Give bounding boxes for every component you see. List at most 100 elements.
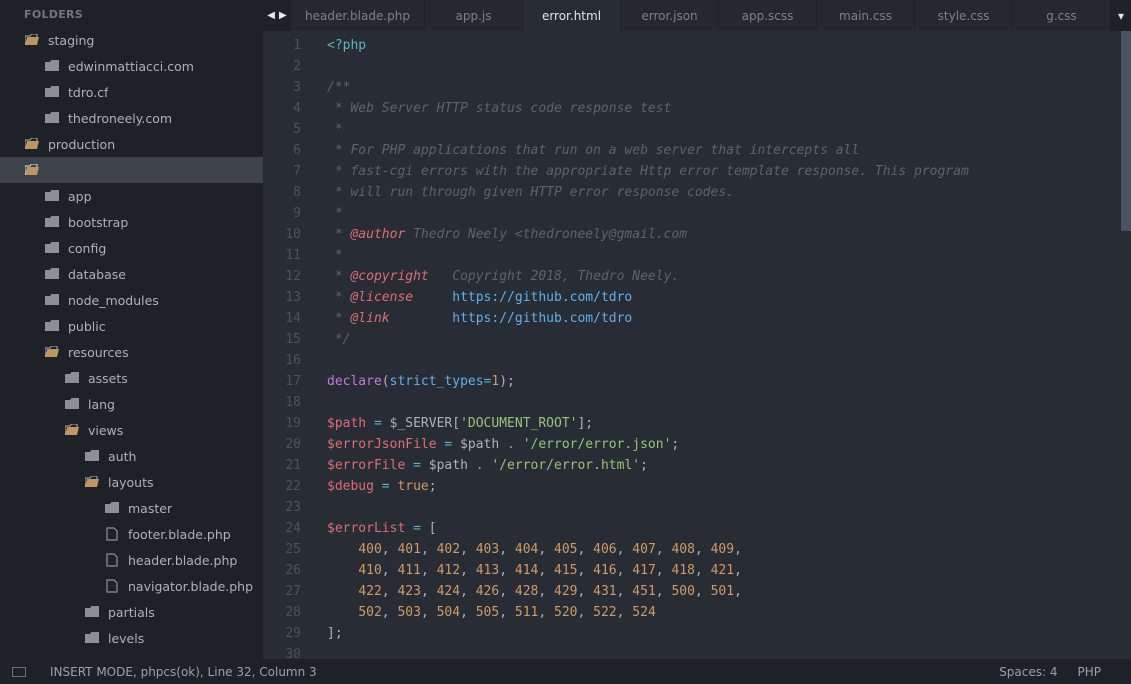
code-line: 400, 401, 402, 403, 404, 405, 406, 407, … — [327, 539, 1131, 560]
tree-item-label: assets — [88, 371, 128, 386]
tree-item-label: footer.blade.php — [128, 527, 231, 542]
tab[interactable]: main.css — [817, 0, 915, 31]
tree-folder[interactable]: thedroneely.com — [0, 105, 263, 131]
tree-folder[interactable]: app — [0, 183, 263, 209]
tree-item-label: navigator.blade.php — [128, 579, 253, 594]
tab-next-icon: ▶ — [279, 10, 287, 21]
code-line: * For PHP applications that run on a web… — [327, 140, 1131, 161]
tree-folder[interactable]: levels — [0, 625, 263, 651]
code-line: $path = $_SERVER['DOCUMENT_ROOT']; — [327, 413, 1131, 434]
tab[interactable]: app.scss — [719, 0, 817, 31]
code-line: declare(strict_types=1); — [327, 371, 1131, 392]
code-line: * will run through given HTTP error resp… — [327, 182, 1131, 203]
status-left[interactable]: INSERT MODE, phpcs(ok), Line 32, Column … — [40, 665, 327, 679]
tree-folder[interactable]: assets — [0, 365, 263, 391]
tab-label: error.html — [542, 9, 601, 23]
tree-folder[interactable]: edwinmattiacci.com — [0, 53, 263, 79]
code-line — [327, 350, 1131, 371]
tab-nav-arrows[interactable]: ◀ ▶ — [263, 0, 291, 31]
tree-folder[interactable]: master — [0, 495, 263, 521]
tab-list: header.blade.phpapp.js error.html error.js… — [291, 0, 1111, 31]
code-line: * @link https://github.com/tdro — [327, 308, 1131, 329]
file-icon — [104, 579, 120, 593]
tree-item-label: resources — [68, 345, 129, 360]
status-syntax[interactable]: PHP — [1068, 665, 1112, 679]
tab[interactable]: error.json — [621, 0, 719, 31]
tab-prev-icon: ◀ — [267, 10, 275, 21]
tree-folder[interactable]: node_modules — [0, 287, 263, 313]
code-line: * — [327, 119, 1131, 140]
scrollbar-thumb[interactable] — [1121, 31, 1131, 231]
tree-item-label: levels — [108, 631, 144, 646]
code-line: * @author Thedro Neely <thedroneely@gmai… — [327, 224, 1131, 245]
tree-folder[interactable]: database — [0, 261, 263, 287]
tree-folder[interactable]: layouts — [0, 469, 263, 495]
tab-label: main.css — [839, 9, 892, 23]
tree-item-label: bootstrap — [68, 215, 128, 230]
file-tree[interactable]: staging edwinmattiacci.com tdro.cf thedrone… — [0, 27, 263, 659]
tree-item-label: database — [68, 267, 126, 282]
tree-folder[interactable]: partials — [0, 599, 263, 625]
line-number-gutter: 1234567891011121314151617181920212223242… — [263, 31, 311, 659]
tree-item-label: tdro.cf — [68, 85, 108, 100]
tree-folder[interactable]: bootstrap — [0, 209, 263, 235]
folder-icon — [84, 631, 100, 645]
folder-icon — [64, 397, 80, 411]
code-content[interactable]: <?php /** * Web Server HTTP status code … — [311, 31, 1131, 659]
tree-folder[interactable]: views — [0, 417, 263, 443]
folder-open-icon — [84, 475, 100, 489]
code-editor[interactable]: 1234567891011121314151617181920212223242… — [263, 31, 1131, 659]
tree-item-label: thedroneely.com — [68, 111, 172, 126]
status-indent[interactable]: Spaces: 4 — [989, 665, 1067, 679]
sidebar-header: FOLDERS — [0, 0, 263, 27]
tree-folder[interactable]: production — [0, 131, 263, 157]
panel-toggle-icon[interactable] — [12, 667, 26, 677]
tab[interactable]: style.css — [915, 0, 1013, 31]
tree-folder[interactable] — [0, 157, 263, 183]
tab-bar: ◀ ▶ header.blade.phpapp.js error.html erro… — [263, 0, 1131, 31]
tab-overflow-button[interactable]: ▾ — [1111, 0, 1131, 31]
tree-folder[interactable]: resources — [0, 339, 263, 365]
tree-item-label: edwinmattiacci.com — [68, 59, 194, 74]
tree-folder[interactable]: config — [0, 235, 263, 261]
tree-folder[interactable]: tdro.cf — [0, 79, 263, 105]
file-icon — [104, 553, 120, 567]
folder-open-icon — [44, 345, 60, 359]
tree-file[interactable]: header.blade.php — [0, 547, 263, 573]
tree-folder[interactable]: staging — [0, 27, 263, 53]
tree-folder[interactable]: lang — [0, 391, 263, 417]
tree-item-label: layouts — [108, 475, 154, 490]
code-line: * @license https://github.com/tdro — [327, 287, 1131, 308]
tab[interactable]: app.js — [425, 0, 523, 31]
tree-item-label: partials — [108, 605, 155, 620]
tree-item-label: config — [68, 241, 106, 256]
status-bar: INSERT MODE, phpcs(ok), Line 32, Column … — [0, 659, 1131, 684]
folder-open-icon — [24, 163, 40, 177]
tab[interactable]: error.html — [523, 0, 621, 31]
tree-file[interactable]: footer.blade.php — [0, 521, 263, 547]
folder-icon — [44, 293, 60, 307]
editor-area: ◀ ▶ header.blade.phpapp.js error.html erro… — [263, 0, 1131, 659]
tree-item-label: staging — [48, 33, 94, 48]
tree-folder[interactable]: public — [0, 313, 263, 339]
code-line — [327, 497, 1131, 518]
tree-file[interactable]: navigator.blade.php — [0, 573, 263, 599]
folder-icon — [44, 241, 60, 255]
tree-folder[interactable]: auth — [0, 443, 263, 469]
tab-label: style.css — [938, 9, 990, 23]
code-line: $errorList = [ — [327, 518, 1131, 539]
code-line: ]; — [327, 623, 1131, 644]
code-line — [327, 392, 1131, 413]
code-line: * — [327, 245, 1131, 266]
tab[interactable]: g.css — [1013, 0, 1111, 31]
code-line: $debug = true; — [327, 476, 1131, 497]
tree-item-label — [48, 163, 92, 178]
tab[interactable]: header.blade.php — [291, 0, 425, 31]
folder-icon — [44, 85, 60, 99]
scrollbar-track[interactable] — [1121, 31, 1131, 659]
code-line: 422, 423, 424, 426, 428, 429, 431, 451, … — [327, 581, 1131, 602]
code-line: /** — [327, 77, 1131, 98]
code-line — [327, 56, 1131, 77]
tab-label: g.css — [1046, 9, 1077, 23]
code-line: * fast-cgi errors with the appropriate H… — [327, 161, 1131, 182]
